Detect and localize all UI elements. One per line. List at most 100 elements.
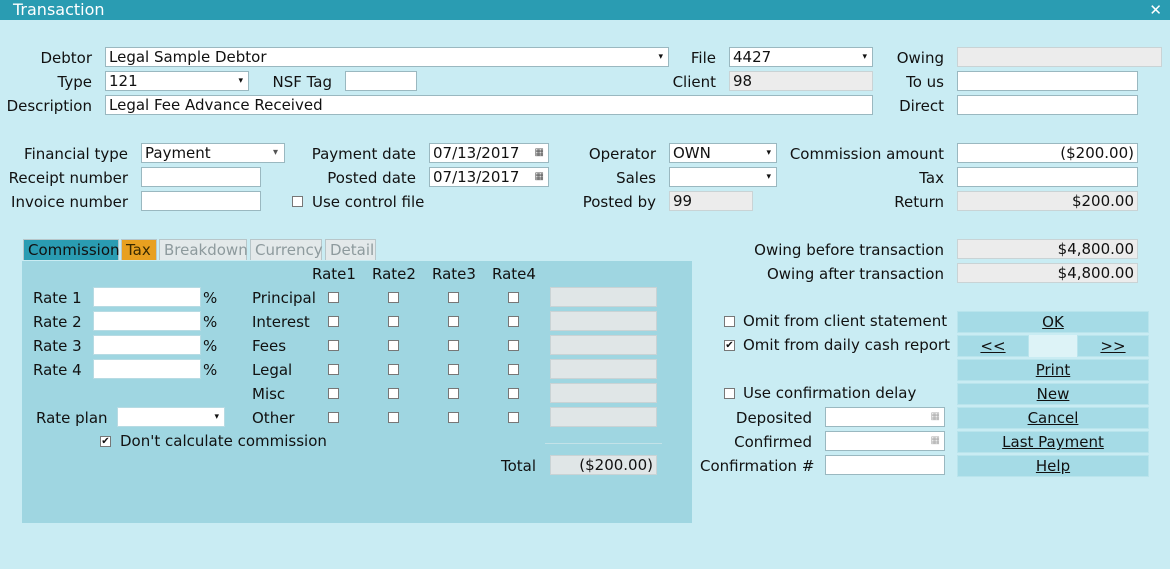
dont-calc-checkbox[interactable]: ✔ [100, 436, 111, 447]
misc-amount [550, 383, 657, 403]
window-title: Transaction [13, 0, 105, 19]
omit-cash-checkbox[interactable]: ✔ [724, 340, 735, 351]
rate4-label: Rate 4 [33, 361, 82, 379]
rate-grid-checkbox[interactable] [448, 316, 459, 327]
rate-grid-checkbox[interactable] [328, 340, 339, 351]
confirmed-input[interactable]: ▦ [825, 431, 945, 451]
help-button[interactable]: Help [957, 455, 1149, 477]
tab-breakdown[interactable]: Breakdown [159, 239, 248, 260]
rate-grid-checkbox[interactable] [448, 412, 459, 423]
return-label: Return [894, 193, 944, 211]
rate-grid-checkbox[interactable] [328, 388, 339, 399]
new-button[interactable]: New [957, 383, 1149, 405]
to-us-label: To us [906, 73, 944, 91]
type-select[interactable]: 121 ▾ [105, 71, 249, 91]
calendar-icon[interactable]: ▦ [931, 432, 940, 450]
rate-grid-checkbox[interactable] [388, 292, 399, 303]
type-value: 121 [109, 72, 138, 90]
rate-grid-checkbox[interactable] [388, 364, 399, 375]
rate-grid-checkbox[interactable] [448, 292, 459, 303]
next-button[interactable]: >> [1077, 335, 1149, 357]
invoice-input[interactable] [141, 191, 261, 211]
use-confirmation-checkbox[interactable] [724, 388, 735, 399]
posted-date-value: 07/13/2017 [433, 168, 520, 186]
tab-currency[interactable]: Currency [250, 239, 323, 260]
deposited-input[interactable]: ▦ [825, 407, 945, 427]
rate1-input[interactable] [93, 287, 201, 307]
cancel-button[interactable]: Cancel [957, 407, 1149, 429]
rate-grid-checkbox[interactable] [448, 340, 459, 351]
rate-grid-checkbox[interactable] [328, 316, 339, 327]
tab-commission[interactable]: Commission [23, 239, 120, 260]
operator-select[interactable]: OWN ▾ [669, 143, 777, 163]
debtor-select[interactable]: Legal Sample Debtor ▾ [105, 47, 669, 67]
confirmation-no-label: Confirmation # [700, 457, 815, 475]
omit-client-checkbox[interactable] [724, 316, 735, 327]
operator-label: Operator [588, 145, 656, 163]
rate-grid-checkbox[interactable] [508, 412, 519, 423]
rate-grid-checkbox[interactable] [388, 316, 399, 327]
nsf-input[interactable] [345, 71, 417, 91]
sales-label: Sales [616, 169, 656, 187]
rate1-label: Rate 1 [33, 289, 82, 307]
dont-calc-label: Don't calculate commission [120, 432, 327, 450]
rate-grid-checkbox[interactable] [388, 412, 399, 423]
print-button[interactable]: Print [957, 359, 1149, 381]
confirmation-no-input[interactable] [825, 455, 945, 475]
tab-detail[interactable]: Detail [325, 239, 376, 260]
legal-amount [550, 359, 657, 379]
calendar-icon[interactable]: ▦ [931, 408, 940, 426]
commission-amount-input[interactable]: ($200.00) [957, 143, 1138, 163]
use-control-checkbox[interactable] [292, 196, 303, 207]
direct-input[interactable] [957, 95, 1138, 115]
calendar-icon[interactable]: ▦ [535, 168, 544, 186]
rate-grid-checkbox[interactable] [388, 388, 399, 399]
ok-button[interactable]: OK [957, 311, 1149, 333]
direct-label: Direct [899, 97, 944, 115]
rate-grid-checkbox[interactable] [508, 364, 519, 375]
payment-date-input[interactable]: 07/13/2017 ▦ [429, 143, 549, 163]
rate-grid-checkbox[interactable] [508, 388, 519, 399]
tax-input[interactable] [957, 167, 1138, 187]
last-payment-button[interactable]: Last Payment [957, 431, 1149, 453]
financial-type-select[interactable]: Payment ▾ [141, 143, 285, 163]
rate-grid-checkbox[interactable] [448, 364, 459, 375]
to-us-input[interactable] [957, 71, 1138, 91]
posted-date-input[interactable]: 07/13/2017 ▦ [429, 167, 549, 187]
rate-grid-checkbox[interactable] [508, 340, 519, 351]
row-interest-label: Interest [252, 313, 310, 331]
file-label: File [690, 49, 716, 67]
commission-amount-label: Commission amount [789, 145, 944, 163]
receipt-input[interactable] [141, 167, 261, 187]
calendar-icon[interactable]: ▦ [535, 144, 544, 162]
rate-grid-checkbox[interactable] [328, 364, 339, 375]
file-value: 4427 [733, 48, 772, 66]
close-icon[interactable]: ✕ [1149, 0, 1162, 20]
file-select[interactable]: 4427 ▾ [729, 47, 873, 67]
sales-select[interactable]: ▾ [669, 167, 777, 187]
receipt-label: Receipt number [8, 169, 128, 187]
rate-plan-select[interactable]: ▾ [117, 407, 225, 427]
tab-tax[interactable]: Tax [121, 239, 157, 260]
rate-grid-checkbox[interactable] [328, 412, 339, 423]
rate-grid-checkbox[interactable] [448, 388, 459, 399]
row-legal-label: Legal [252, 361, 293, 379]
rate2-input[interactable] [93, 311, 201, 331]
rate3-input[interactable] [93, 335, 201, 355]
fees-amount [550, 335, 657, 355]
description-input[interactable]: Legal Fee Advance Received [105, 95, 873, 115]
rate3-col-header: Rate3 [432, 265, 476, 283]
description-label: Description [6, 97, 92, 115]
rate-grid-checkbox[interactable] [508, 316, 519, 327]
rate-grid-checkbox[interactable] [508, 292, 519, 303]
nsf-label: NSF Tag [272, 73, 332, 91]
total-field: ($200.00) [550, 455, 657, 475]
rate-grid-checkbox[interactable] [388, 340, 399, 351]
prev-button[interactable]: << [957, 335, 1029, 357]
posted-by-label: Posted by [582, 193, 656, 211]
rate2-col-header: Rate2 [372, 265, 416, 283]
rate-grid-checkbox[interactable] [328, 292, 339, 303]
nav-spacer [1029, 335, 1077, 357]
rate3-label: Rate 3 [33, 337, 82, 355]
rate4-input[interactable] [93, 359, 201, 379]
